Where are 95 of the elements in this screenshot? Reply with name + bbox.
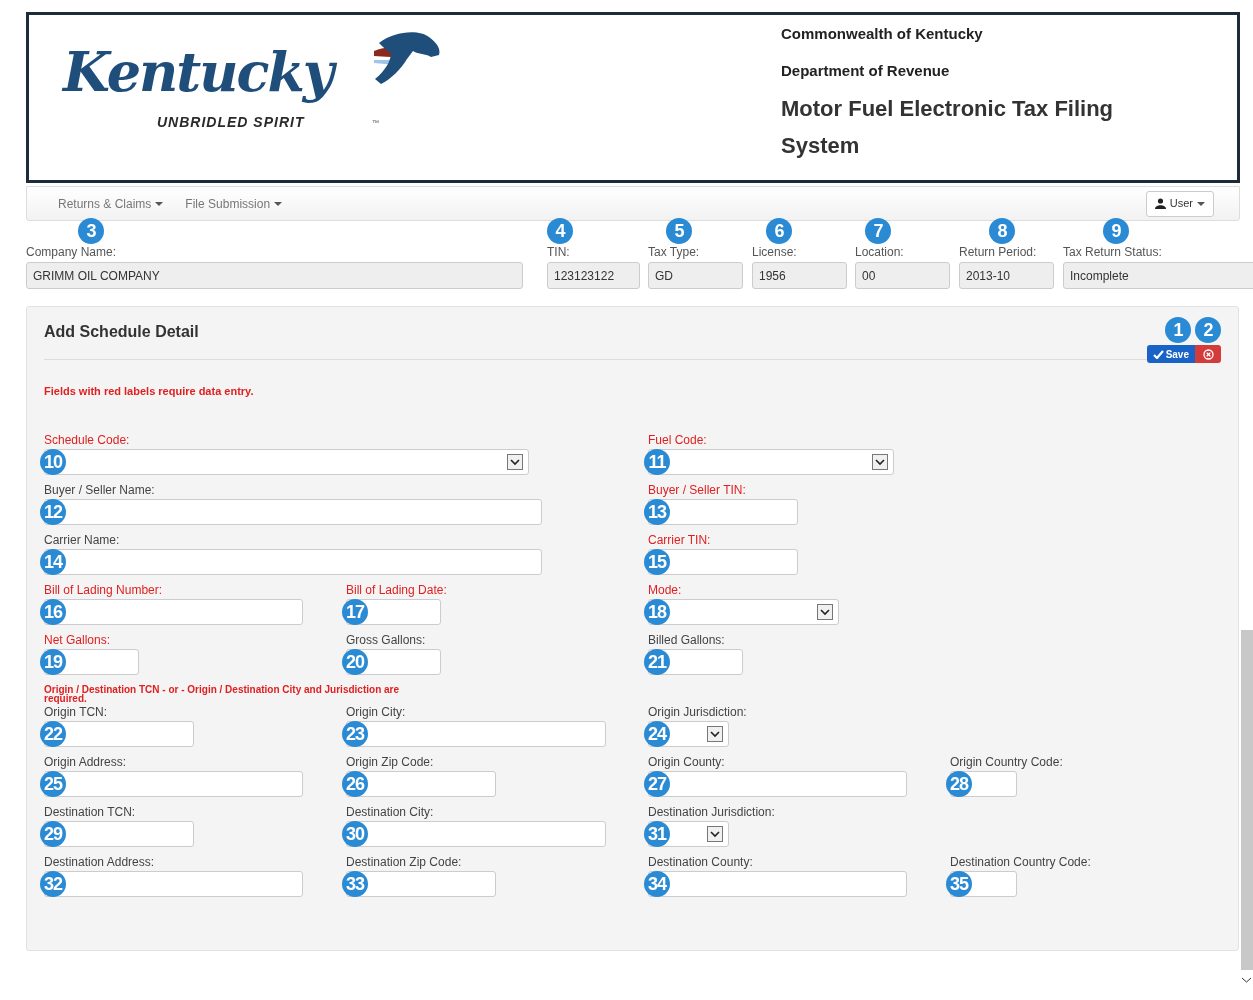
number-badge: 17 [342, 598, 368, 625]
header-line: Commonwealth of Kentucky [781, 25, 984, 43]
number-badge: 3 [78, 218, 104, 244]
number-badge: 16 [40, 598, 66, 625]
number-badge: 35 [946, 870, 972, 897]
user-icon [1154, 198, 1166, 209]
header-line: Department of Revenue [781, 62, 951, 80]
field-label: Company Name: [26, 245, 118, 259]
number-badge: 18 [644, 598, 670, 625]
field-label: Origin City: [346, 704, 406, 719]
checkmark-icon [1152, 349, 1164, 359]
number-badge: 14 [40, 548, 66, 575]
scrollbar-thumb[interactable] [1241, 630, 1253, 970]
field-label: Destination City: [346, 804, 434, 819]
number-badge: 2 [1195, 317, 1221, 343]
field-label: Origin County: [648, 754, 725, 769]
readonly-field[interactable]: 00 [855, 262, 950, 289]
readonly-field[interactable]: GRIMM OIL COMPANY [26, 262, 523, 289]
readonly-field[interactable]: 2013-10 [959, 262, 1054, 289]
field-label: Carrier Name: [44, 532, 120, 547]
field-label: Billed Gallons: [648, 632, 725, 647]
cancel-button[interactable] [1195, 345, 1221, 363]
field-label: Destination TCN: [44, 804, 136, 819]
number-badge: 30 [342, 820, 368, 847]
field-label: Tax Return Status: [1063, 245, 1163, 259]
number-badge: 9 [1103, 218, 1129, 244]
readonly-field[interactable]: Incomplete [1063, 262, 1253, 289]
readonly-field[interactable]: 123123122 [547, 262, 640, 289]
number-badge: 27 [644, 770, 670, 797]
field-label: Return Period: [959, 245, 1038, 259]
field-label: TIN: [547, 245, 571, 259]
number-badge: 23 [342, 720, 368, 747]
number-badge: 12 [40, 498, 66, 525]
nav-menu[interactable]: File Submission [185, 194, 283, 213]
number-badge: 13 [644, 498, 670, 525]
field-label: Gross Gallons: [346, 632, 426, 647]
field-label: Location: [855, 245, 905, 259]
field-label: Origin Country Code: [950, 754, 1063, 769]
field-label: Carrier TIN: [648, 532, 711, 547]
system-title: Motor Fuel Electronic Tax Filing System [781, 95, 1115, 160]
field-label: Origin TCN: [44, 704, 108, 719]
requirement-note: Origin / Destination TCN - or - Origin / Destination City and Jurisdiction are required. [44, 684, 401, 703]
field-label: Destination Jurisdiction: [648, 804, 775, 819]
number-badge: 22 [40, 720, 66, 747]
number-badge: 19 [40, 648, 66, 675]
number-badge: 24 [644, 720, 670, 747]
field-label: Destination County: [648, 854, 753, 869]
field-label: Tax Type: [648, 245, 701, 259]
field-label: License: [752, 245, 798, 259]
field-label: Fuel Code: [648, 432, 707, 447]
number-badge: 21 [644, 648, 670, 675]
number-badge: 25 [40, 770, 66, 797]
panel-title: Add Schedule Detail [44, 321, 199, 342]
field-label: Origin Jurisdiction: [648, 704, 747, 719]
number-badge: 7 [865, 218, 891, 244]
field-label: Origin Zip Code: [346, 754, 434, 769]
number-badge: 5 [666, 218, 692, 244]
number-badge: 34 [644, 870, 670, 897]
number-badge: 4 [547, 218, 573, 244]
field-label: Mode: [648, 582, 682, 597]
number-badge: 32 [40, 870, 66, 897]
number-badge: 10 [40, 448, 66, 475]
number-badge: 20 [342, 648, 368, 675]
field-label: Bill of Lading Date: [346, 582, 447, 597]
number-badge: 28 [946, 770, 972, 797]
field-label: Destination Zip Code: [346, 854, 462, 869]
close-icon [1202, 348, 1214, 360]
number-badge: 1 [1165, 317, 1191, 343]
number-badge: 6 [766, 218, 792, 244]
readonly-field[interactable]: GD [648, 262, 743, 289]
logo-tagline: UNBRIDLED SPIRIT [157, 113, 305, 132]
readonly-field[interactable]: 1956 [752, 262, 847, 289]
number-badge: 15 [644, 548, 670, 575]
number-badge: 8 [989, 218, 1015, 244]
caret-icon [155, 201, 164, 206]
field-label: Bill of Lading Number: [44, 582, 163, 597]
number-badge: 26 [342, 770, 368, 797]
number-badge: 29 [40, 820, 66, 847]
number-badge: 33 [342, 870, 368, 897]
field-label: Buyer / Seller TIN: [648, 482, 746, 497]
field-label: Origin Address: [44, 754, 127, 769]
save-button[interactable]: Save [1146, 345, 1195, 363]
caret-icon [274, 201, 283, 206]
field-label: Buyer / Seller Name: [44, 482, 155, 497]
field-label: Schedule Code: [44, 432, 130, 447]
nav-menu[interactable]: Returns & Claims [58, 194, 164, 213]
caret-icon [1197, 201, 1205, 206]
scroll-down-icon[interactable] [1242, 977, 1251, 983]
number-badge: 31 [644, 820, 670, 847]
field-label: Destination Country Code: [950, 854, 1091, 869]
field-label: Net Gallons: [44, 632, 111, 647]
required-note: Fields with red labels require data entry. [44, 384, 255, 399]
field-label: Destination Address: [44, 854, 155, 869]
user-menu-button[interactable]: User [1145, 190, 1214, 217]
number-badge: 11 [644, 448, 670, 475]
